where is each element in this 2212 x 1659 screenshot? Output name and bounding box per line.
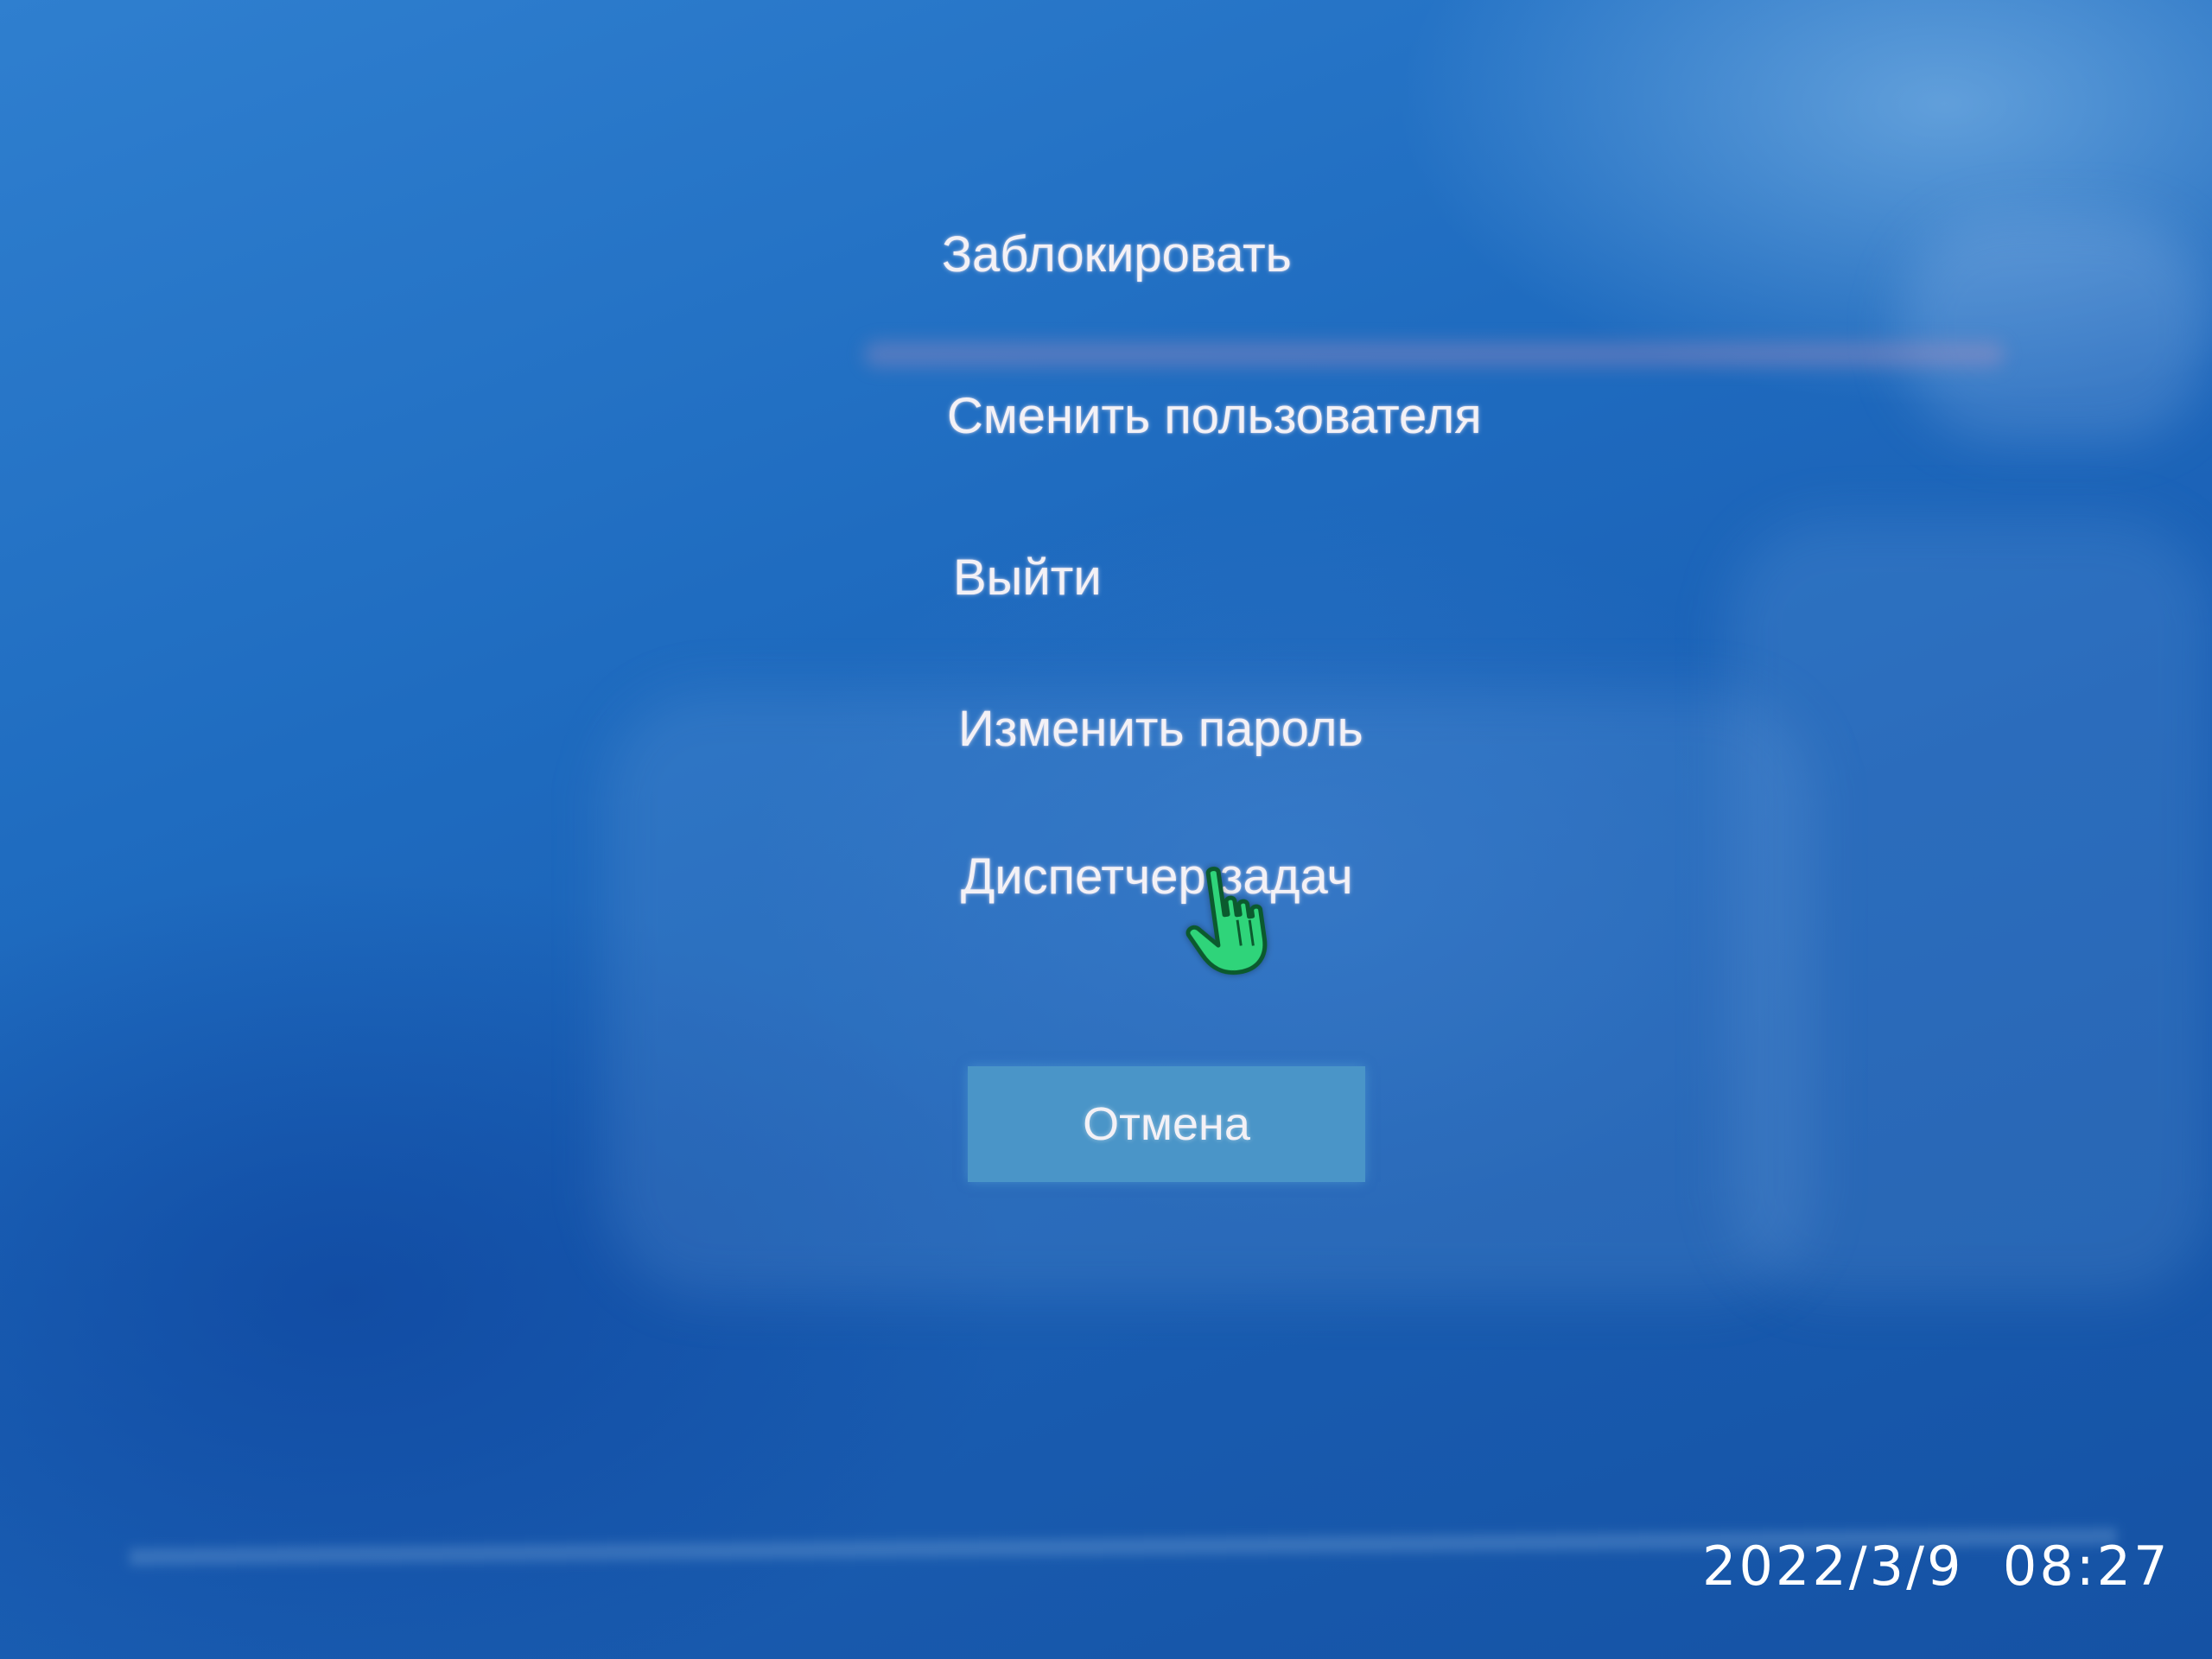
change-password-option[interactable]: Изменить пароль xyxy=(958,699,1363,760)
task-manager-option[interactable]: Диспетчер задач xyxy=(961,847,1353,907)
screen-reflection xyxy=(1728,518,2212,1296)
security-options-screen: Заблокировать Сменить пользователя Выйти… xyxy=(0,0,2212,1659)
timestamp-date: 2022/3/9 xyxy=(1702,1535,1964,1598)
switch-user-option[interactable]: Сменить пользователя xyxy=(947,386,1482,447)
hand-pointer-icon xyxy=(1185,867,1268,976)
timestamp-time: 08:27 xyxy=(2002,1535,2171,1598)
lock-option[interactable]: Заблокировать xyxy=(942,225,1292,285)
camera-timestamp: 2022/3/9 08:27 xyxy=(1702,1535,2171,1598)
screen-reflection-bar xyxy=(864,341,2005,367)
screen-reflection xyxy=(1901,216,2212,441)
cancel-button[interactable]: Отмена xyxy=(968,1066,1365,1182)
screen-reflection xyxy=(605,691,1815,1296)
sign-out-option[interactable]: Выйти xyxy=(953,548,1102,608)
